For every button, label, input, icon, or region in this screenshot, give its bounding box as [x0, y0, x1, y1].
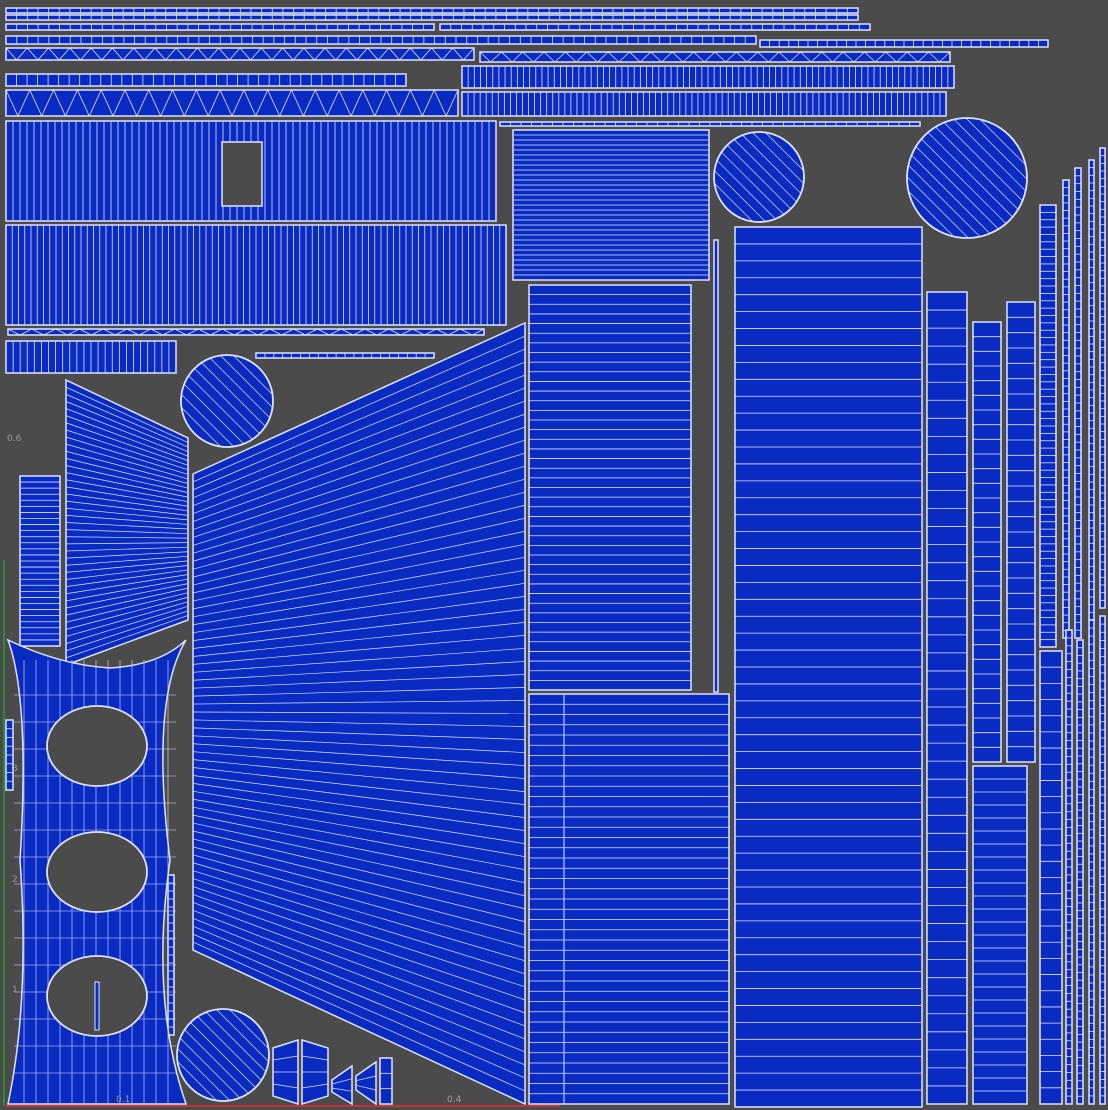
uv-shell[interactable]: [7, 328, 485, 336]
u-axis-tick-label: 0.1: [116, 1095, 131, 1105]
uv-shell[interactable]: [926, 291, 968, 1105]
u-axis-tick-label: 0.4: [447, 1095, 462, 1105]
uv-shell-hole[interactable]: [46, 705, 148, 787]
uv-shell[interactable]: [331, 1064, 353, 1106]
uv-shell[interactable]: [479, 51, 951, 63]
v-axis-tick-label: 3: [12, 764, 18, 774]
v-axis-tick-label: 0.6: [7, 434, 22, 444]
uv-editor-viewport[interactable]: 0.1 0.4 0.6 3 2 1: [0, 0, 1108, 1110]
uv-shell[interactable]: [5, 89, 459, 117]
uv-shell-hole[interactable]: [46, 831, 148, 913]
uv-canvas[interactable]: [0, 0, 1108, 1110]
uv-shell[interactable]: [5, 47, 475, 61]
uv-shell[interactable]: [713, 239, 719, 693]
v-axis-tick-label: 1: [12, 985, 18, 995]
uv-shell[interactable]: [355, 1060, 377, 1106]
v-axis-tick-label: 2: [12, 875, 18, 885]
uv-shell[interactable]: [94, 981, 100, 1031]
uv-shell-cap[interactable]: [906, 117, 1028, 239]
uv-shell[interactable]: [379, 1057, 393, 1105]
